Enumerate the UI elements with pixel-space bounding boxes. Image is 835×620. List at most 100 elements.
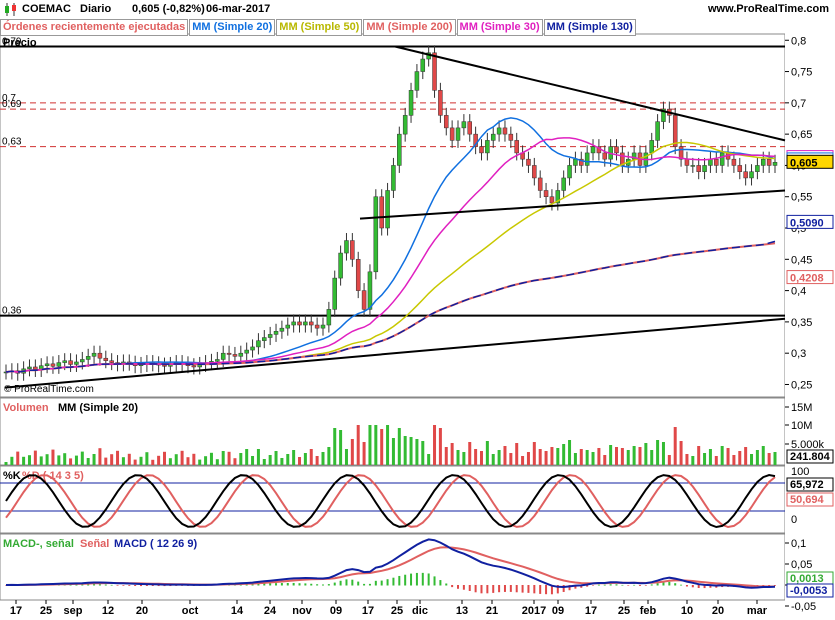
macd-hist-bar (427, 573, 430, 586)
volume-bar (579, 449, 583, 465)
volume-bar (450, 443, 454, 465)
volume-bar (256, 449, 260, 465)
volume-bar (726, 448, 730, 465)
macd-tick-label: -0,05 (791, 601, 816, 613)
candle-body (220, 352, 226, 360)
volume-bar (63, 453, 67, 465)
candle-body (708, 158, 713, 166)
macd-tick-label: 0,05 (791, 559, 812, 571)
stoch-tick-label: 0 (791, 514, 797, 526)
y-tick-label: 0,75 (791, 67, 812, 79)
value-tag-label: 0,605 (790, 157, 818, 169)
candle-body (320, 324, 326, 329)
y-tick-label: 0,55 (791, 192, 812, 204)
volume-bar (127, 453, 131, 465)
macd-hist-bar (286, 582, 289, 586)
volume-bar (673, 427, 677, 465)
candle-body (714, 158, 719, 166)
volume-bar (697, 446, 701, 465)
candle-body (244, 349, 249, 354)
candle-body (191, 365, 197, 368)
volume-bar (591, 452, 595, 465)
volume-bar (585, 450, 589, 465)
volume-bar (233, 458, 237, 465)
volume-bar (714, 456, 718, 465)
macd-hist-bar (333, 582, 336, 586)
macd-hist-bar (656, 583, 659, 586)
volume-bar (162, 451, 166, 465)
volume-bar (597, 448, 601, 465)
site-label[interactable]: www.ProRealTime.com (708, 3, 829, 15)
macd-hist-bar (134, 585, 137, 587)
macd-hist-bar (468, 585, 471, 591)
y-tick-label: 0,35 (791, 317, 812, 329)
macd-hist-bar (310, 583, 313, 586)
y-tick-label: 0,4 (791, 286, 806, 298)
macd-hist-bar (304, 583, 307, 586)
macd-hist-bar (527, 585, 530, 593)
volume-bar (57, 455, 61, 465)
volume-bar (550, 447, 554, 465)
candle-body (490, 133, 496, 141)
macd-tag-1: 0,0013 (790, 573, 824, 585)
legend-ma50[interactable]: MM (Simple 50) (276, 19, 363, 36)
volume-bar (667, 455, 671, 465)
candle-body (532, 165, 537, 179)
volume-bar (485, 441, 489, 465)
x-tick-label: 09 (552, 605, 564, 617)
volume-bar (151, 459, 155, 465)
x-tick-label: mar (747, 605, 768, 617)
volume-bar (268, 455, 272, 465)
macd-hist-bar (392, 577, 395, 586)
volume-bar (4, 462, 8, 465)
candle-body (755, 165, 760, 172)
candle-body (309, 321, 314, 326)
macd-hist-bar (597, 584, 600, 586)
candle-body (467, 121, 472, 135)
volume-bar (638, 447, 642, 465)
legend-ma20[interactable]: MM (Simple 20) (189, 19, 276, 36)
legend-ma130[interactable]: MM (Simple 130) (543, 19, 636, 36)
volume-bar (80, 451, 84, 465)
legend-orders[interactable]: Órdenes recientemente ejecutadas (0, 19, 189, 36)
candle-body (432, 52, 437, 91)
volume-bar (69, 458, 73, 465)
volume-bar (22, 456, 26, 465)
volume-bar (397, 428, 401, 465)
candle-body (350, 240, 355, 260)
x-tick-label: 21 (486, 605, 498, 617)
volume-bar (650, 450, 654, 465)
candle-body (285, 324, 291, 329)
volume-bar (27, 455, 31, 465)
macd-hist-bar (116, 585, 119, 586)
volume-bar (374, 425, 378, 465)
candle-body (85, 356, 91, 360)
period-label[interactable]: Diario (80, 3, 111, 15)
volume-bar (744, 447, 748, 465)
candle-body (373, 196, 379, 273)
level-label: 0,36 (2, 306, 22, 317)
candle-body (162, 364, 167, 367)
legend-ma200[interactable]: MM (Simple 200) (363, 19, 456, 36)
macd-hist-bar (674, 583, 677, 586)
candle-body (766, 158, 772, 166)
volume-bar (116, 450, 120, 465)
volume-bar (280, 458, 284, 465)
legend-ma30[interactable]: MM (Simple 30) (456, 19, 543, 36)
volume-bar (215, 459, 219, 465)
volume-bar (755, 450, 759, 465)
volume-bar (321, 452, 325, 465)
x-tick-label: feb (640, 605, 657, 617)
macd-hist-bar (603, 584, 606, 586)
candle-body (455, 127, 461, 141)
candle-body (391, 165, 396, 191)
volume-bar (192, 453, 196, 465)
candle-body (332, 277, 337, 310)
volume-bar (339, 430, 343, 465)
candle-body (74, 361, 79, 365)
macd-hist-bar (140, 585, 143, 587)
candle-body (749, 171, 754, 179)
level-label: 0,63 (2, 137, 22, 148)
x-tick-label: 13 (456, 605, 468, 617)
candle-body (56, 362, 62, 367)
